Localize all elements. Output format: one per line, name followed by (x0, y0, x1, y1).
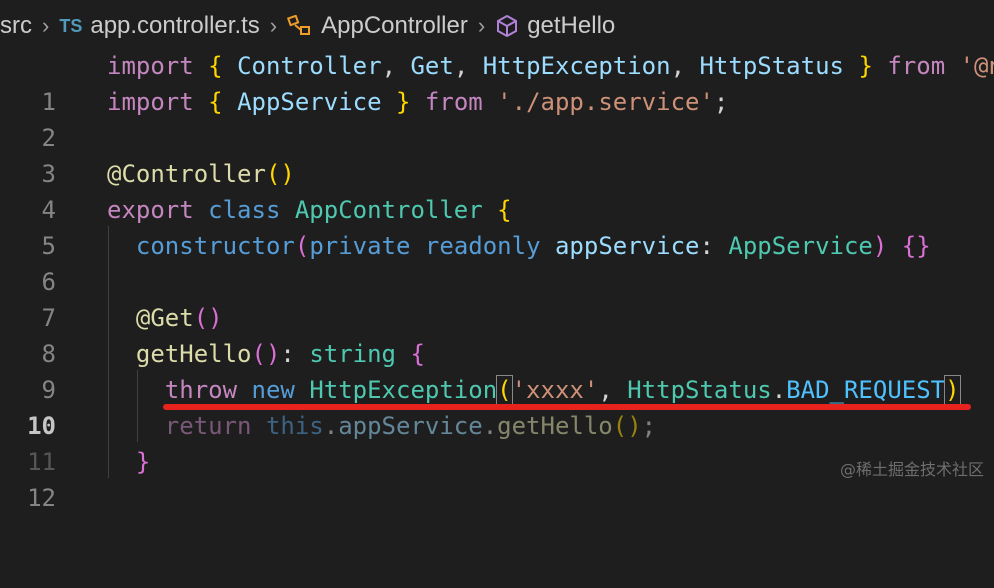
breadcrumb: src › TS app.controller.ts › AppControll… (0, 0, 994, 52)
code-line[interactable]: 9 getHello(): string { (0, 336, 994, 404)
typescript-file-icon: TS (59, 15, 83, 36)
code-line[interactable]: 1 import { Controller, Get, HttpExceptio… (0, 48, 994, 116)
chevron-right-icon: › (477, 13, 486, 38)
line-number: 12 (27, 484, 56, 512)
code-line[interactable]: 7 (0, 264, 994, 332)
chevron-right-icon: › (269, 13, 278, 38)
code-line[interactable]: 8 @Get() (0, 300, 994, 368)
code-editor[interactable]: 1 import { Controller, Get, HttpExceptio… (0, 48, 994, 512)
code-line[interactable]: 4 @Controller() (0, 156, 994, 224)
watermark: @稀土掘金技术社区 (839, 460, 984, 479)
class-icon (287, 15, 313, 37)
chevron-right-icon: › (42, 13, 50, 38)
red-annotation-underline (163, 404, 971, 410)
breadcrumb-class[interactable]: AppController (287, 12, 468, 40)
method-cube-icon (495, 14, 519, 38)
breadcrumb-file[interactable]: TS app.controller.ts (59, 12, 259, 40)
breadcrumb-folder[interactable]: src (0, 12, 32, 40)
code-line[interactable]: 5 export class AppController { (0, 192, 994, 260)
code-line[interactable]: 11 return this.appService.getHello(); (0, 408, 994, 476)
code-line[interactable]: 2 import { AppService } from './app.serv… (0, 84, 994, 152)
breadcrumb-method[interactable]: getHello (495, 12, 615, 40)
code-line[interactable]: 6 constructor(private readonly appServic… (0, 228, 994, 296)
code-line-active[interactable]: 10 throw new HttpException('xxxx', HttpS… (0, 372, 994, 440)
code-line[interactable]: 3 (0, 120, 994, 188)
